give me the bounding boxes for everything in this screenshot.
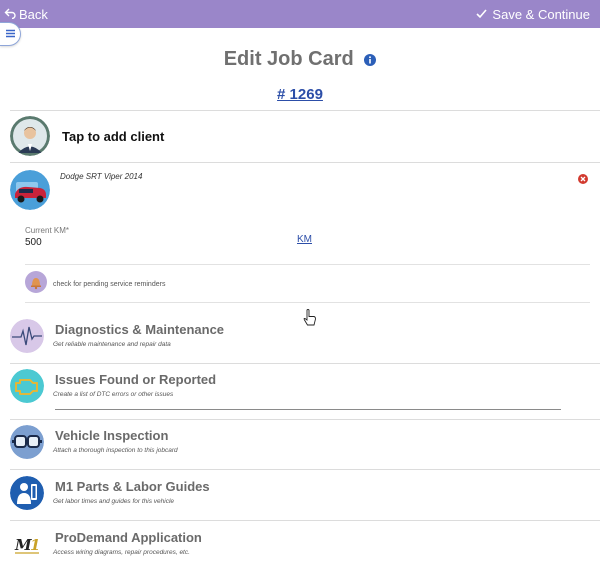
current-km-label: Current KM*	[25, 226, 70, 235]
service-item-prodemand[interactable]: M1 ProDemand Application Access wiring d…	[10, 527, 590, 565]
add-client-row[interactable]: Tap to add client	[10, 115, 590, 157]
service-item-issues[interactable]: Issues Found or Reported Create a list o…	[10, 369, 590, 407]
divider	[10, 520, 600, 521]
save-continue-button[interactable]: Save & Continue	[476, 7, 590, 22]
service-item-parts-labor[interactable]: M1 Parts & Labor Guides Get labor times …	[10, 476, 590, 514]
job-number: # 1269	[0, 86, 600, 104]
heartbeat-icon	[10, 319, 44, 353]
checkmark-icon	[476, 7, 488, 22]
service-item-inspection[interactable]: Vehicle Inspection Attach a thorough ins…	[10, 425, 590, 463]
divider	[10, 363, 600, 364]
service-subtitle: Get labor times and guides for this vehi…	[53, 498, 175, 505]
m1-logo-icon: M1	[10, 527, 44, 561]
engine-warning-icon	[10, 369, 44, 403]
service-subtitle: Get reliable maintenance and repair data	[53, 341, 171, 348]
hamburger-icon	[5, 25, 15, 43]
back-button[interactable]: Back	[4, 7, 48, 22]
page-title-text: Edit Job Card	[223, 48, 354, 70]
client-avatar-icon	[10, 116, 50, 156]
info-icon[interactable]	[364, 49, 377, 72]
service-subtitle: Create a list of DTC errors or other iss…	[53, 391, 174, 398]
service-subtitle: Access wiring diagrams, repair procedure…	[53, 549, 190, 556]
service-title: Vehicle Inspection	[55, 428, 169, 443]
divider	[25, 302, 590, 303]
service-reminders-row[interactable]: check for pending service reminders	[25, 271, 165, 298]
service-item-diagnostics[interactable]: Diagnostics & Maintenance Get reliable m…	[10, 319, 590, 357]
km-unit-link[interactable]: KM	[297, 234, 312, 245]
divider	[10, 110, 600, 111]
page-title: Edit Job Card	[0, 48, 600, 72]
divider	[25, 264, 590, 265]
vehicle-avatar-icon[interactable]	[10, 170, 50, 210]
service-title: M1 Parts & Labor Guides	[55, 479, 210, 494]
divider	[10, 469, 600, 470]
divider	[10, 419, 600, 420]
remove-vehicle-icon[interactable]	[578, 171, 588, 189]
divider	[10, 162, 600, 163]
mechanic-icon	[10, 476, 44, 510]
service-title: Issues Found or Reported	[55, 372, 217, 387]
service-title: Diagnostics & Maintenance	[55, 322, 225, 337]
bell-icon	[25, 271, 47, 298]
menu-toggle-button[interactable]	[0, 22, 21, 46]
back-label: Back	[19, 7, 48, 22]
job-number-link[interactable]: # 1269	[277, 86, 323, 103]
save-continue-label: Save & Continue	[492, 7, 590, 22]
current-km-input[interactable]: 500	[25, 237, 42, 248]
back-arrow-icon	[4, 7, 16, 22]
goggles-icon	[10, 425, 44, 459]
divider	[55, 409, 561, 410]
service-title: ProDemand Application	[55, 530, 202, 545]
top-bar: Back Save & Continue	[0, 0, 600, 28]
service-reminders-label: check for pending service reminders	[53, 281, 166, 288]
svg-text:1: 1	[30, 536, 40, 554]
service-subtitle: Attach a thorough inspection to this job…	[53, 447, 178, 454]
vehicle-name: Dodge SRT Viper 2014	[60, 172, 143, 181]
add-client-label: Tap to add client	[62, 128, 165, 144]
